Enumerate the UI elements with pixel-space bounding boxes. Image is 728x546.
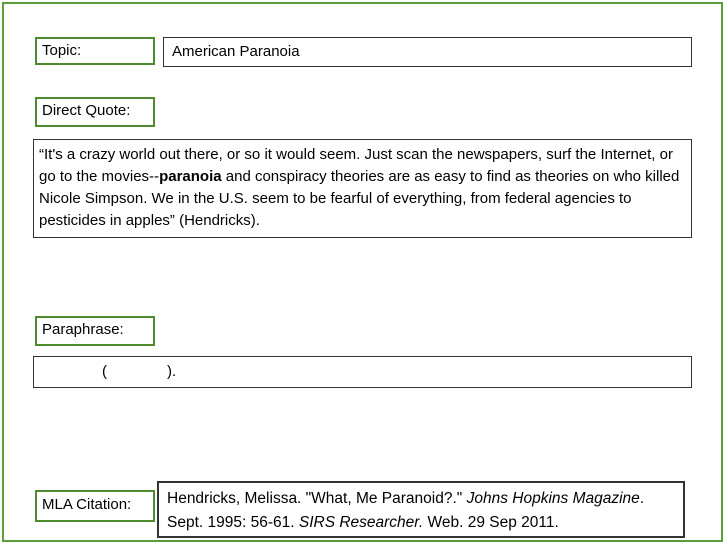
paraphrase-close-paren: ). bbox=[167, 363, 177, 380]
paraphrase-open-paren: ( bbox=[102, 363, 107, 380]
topic-label: Topic: bbox=[35, 37, 155, 65]
topic-field[interactable]: American Paranoia bbox=[163, 37, 692, 67]
paraphrase-box[interactable]: ( ). bbox=[33, 356, 692, 388]
direct-quote-box[interactable]: “It's a crazy world out there, or so it … bbox=[33, 139, 692, 238]
paraphrase-label: Paraphrase: bbox=[35, 316, 155, 346]
slide-frame bbox=[2, 2, 723, 542]
direct-quote-label: Direct Quote: bbox=[35, 97, 155, 127]
mla-citation-box[interactable]: Hendricks, Melissa. "What, Me Paranoid?.… bbox=[157, 481, 685, 538]
topic-value: American Paranoia bbox=[172, 43, 300, 60]
citation-italic-2: SIRS Researcher. bbox=[298, 514, 424, 531]
citation-part-1: Hendricks, Melissa. "What, Me Paranoid?.… bbox=[167, 490, 467, 507]
citation-italic-1: Johns Hopkins Magazine bbox=[466, 490, 640, 507]
mla-citation-label: MLA Citation: bbox=[35, 490, 155, 522]
citation-part-3: Web. 29 Sep 2011. bbox=[423, 514, 559, 531]
quote-text-bold: paranoia bbox=[159, 168, 222, 185]
